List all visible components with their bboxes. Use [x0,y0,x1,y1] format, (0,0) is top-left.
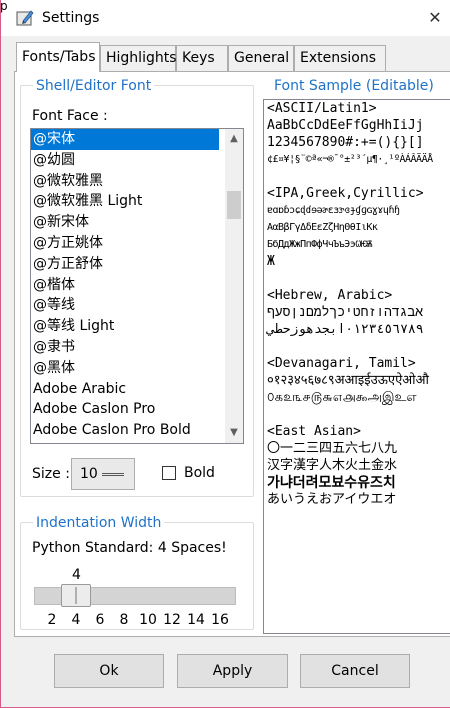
font-list-item[interactable]: @幼圆 [31,150,219,171]
font-list-item[interactable]: @黑体 [31,358,219,379]
window-title: Settings [42,10,100,26]
tab-extensions[interactable]: Extensions [294,45,386,71]
sample-line: ٠١٢٣٤٥٦٧٨٩ابجدهوزحطي [267,322,424,337]
list-scrollbar[interactable]: ▲ ▼ [225,129,243,443]
close-icon[interactable]: ✕ [420,0,450,36]
indent-current-value: 4 [72,567,81,583]
scroll-thumb[interactable] [227,191,241,219]
sample-line: ௦௧௨௩௪௫௬௭௮௯அஇஉஎ [267,390,417,405]
sample-line: <East Asian> [267,424,361,439]
indent-tick-label: 16 [211,612,229,628]
settings-icon [16,9,34,27]
indent-tick-label: 14 [187,612,205,628]
font-list-item[interactable]: @宋体 [31,129,219,150]
tab-fonts-tabs[interactable]: Fonts/Tabs [16,42,100,72]
sample-line: <IPA,Greek,Cyrillic> [267,186,424,201]
indent-tick-label: 6 [95,612,105,628]
font-list-item[interactable]: @方正姚体 [31,233,219,254]
indent-ticks: 2 4 6 8 10 12 14 16 [39,611,235,629]
sample-line: <Devanagari, Tamil> [267,356,416,371]
indent-tick-label: 10 [139,612,157,628]
sample-line: אבגדהוזחטיכךלמםנןסעף [267,305,424,320]
font-list-item[interactable]: @方正舒体 [31,254,219,275]
indent-tick-label: 2 [47,612,57,628]
font-list-item[interactable]: @楷体 [31,275,219,296]
dropdown-arrow-icon [102,473,124,476]
sample-line: 汉字漢字人木火土金水 [267,458,398,473]
indent-tick-label: 8 [119,612,129,628]
font-list-item[interactable]: @等线 Light [31,316,219,337]
sample-line: 1234567890#:+=(){}[] [267,135,424,150]
corner-glyph: p [0,0,8,13]
indent-tick-label: 4 [71,612,81,628]
cancel-button[interactable]: Cancel [300,654,410,688]
font-group-title: Shell/Editor Font [33,78,155,94]
sample-group-title: Font Sample (Editable) [271,78,437,94]
size-label: Size : [32,466,70,482]
tab-general[interactable]: General [228,45,294,71]
font-sample-textarea[interactable]: <ASCII/Latin1> AaBbCcDdEeFfGgHhIiJj 123456… [263,99,450,634]
font-list-item[interactable]: @微软雅黑 [31,171,219,192]
sample-line: AaBbCcDdEeFfGgHhIiJj [267,118,424,133]
sample-line: ɐɑɒɓɔɕɖɗɘəɚɛɜɝɞɟɠɡɢɣɤɥɦɧ [267,205,400,216]
indent-slider-thumb[interactable] [61,584,91,607]
sample-line: <ASCII/Latin1> [267,101,377,116]
font-list-items: @宋体 @幼圆 @微软雅黑 @微软雅黑 Light @新宋体 @方正姚体 @方正舒体 @楷体 @… [31,129,219,441]
title-bar: Settings ✕ [0,0,450,36]
sample-line: あいうえおアイウエオ [267,492,397,507]
sample-line: ΑαΒβΓγΔδΕεΖζΗηΘθΙιΚκ [267,222,378,233]
bold-label: Bold [184,465,215,481]
size-dropdown[interactable]: 10 [71,458,135,490]
sample-line: ०१२३४५६७८९अआइईउऊएऐओऔ [267,373,429,388]
scroll-down-icon[interactable]: ▼ [225,423,243,443]
indent-standard-text: Python Standard: 4 Spaces! [32,540,227,556]
font-list-item[interactable]: @等线 [31,295,219,316]
tab-keys[interactable]: Keys [176,45,228,71]
font-list-item[interactable]: @隶书 [31,337,219,358]
ok-button[interactable]: Ok [54,654,164,688]
sample-line: 가냐더려모뵤수유즈치 [267,475,396,491]
font-list-item[interactable]: @新宋体 [31,212,219,233]
size-value: 10 [80,466,98,482]
font-list-item[interactable]: Adobe Arabic [31,379,219,400]
scroll-up-icon[interactable]: ▲ [225,129,243,149]
font-list-item[interactable]: @微软雅黑 Light [31,191,219,212]
sample-line: <Hebrew, Arabic> [267,288,393,303]
sample-line: ¢£¤¥¦§¨©ª«¬­®¯°±²³´µ¶·¸¹ºÀÁÂÃÄÅ [267,154,433,165]
font-face-list[interactable]: @宋体 @幼圆 @微软雅黑 @微软雅黑 Light @新宋体 @方正姚体 @方正舒体 @楷体 @… [30,128,244,444]
sample-line: БбДдЖжПпФфЧчЪъЭэѠѤѬ [267,239,372,250]
apply-button[interactable]: Apply [177,654,288,688]
font-face-label: Font Face : [32,108,108,124]
font-list-item[interactable]: Adobe Caslon Pro [31,399,219,420]
indent-group-title: Indentation Width [33,515,165,531]
bold-checkbox[interactable] [162,466,176,480]
tab-highlights[interactable]: Highlights [100,45,177,71]
sample-line: Ж [267,254,275,269]
font-list-item[interactable]: Adobe Caslon Pro Bold [31,420,219,441]
sample-line: 〇一二三四五六七八九 [267,441,398,456]
indent-tick-label: 12 [163,612,181,628]
